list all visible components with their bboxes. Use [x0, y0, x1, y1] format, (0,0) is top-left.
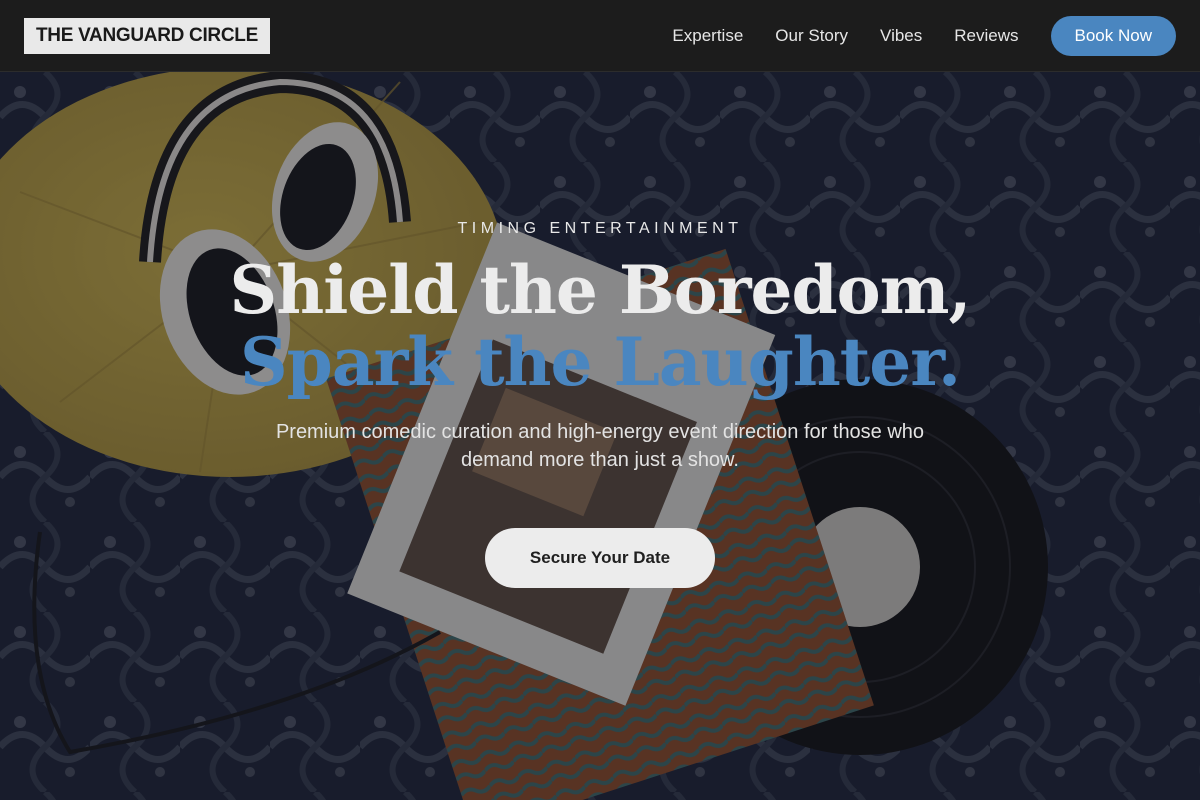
- nav-link-expertise[interactable]: Expertise: [672, 26, 743, 46]
- nav-link-reviews[interactable]: Reviews: [954, 26, 1018, 46]
- hero-headline-line-1: Shield the Boredom,: [229, 251, 972, 329]
- secure-your-date-button[interactable]: Secure Your Date: [485, 528, 715, 588]
- nav-menu: Expertise Our Story Vibes Reviews Book N…: [672, 15, 1176, 56]
- top-navigation: THE VANGUARD CIRCLE Expertise Our Story …: [0, 0, 1200, 72]
- hero-subtitle: Premium comedic curation and high-energy…: [275, 421, 925, 471]
- hero-headline-line-2: Spark the Laughter.: [240, 323, 961, 401]
- nav-link-vibes[interactable]: Vibes: [880, 26, 922, 46]
- nav-link-our-story[interactable]: Our Story: [775, 26, 848, 46]
- hero-content: TIMING ENTERTAINMENT Shield the Boredom,…: [0, 220, 1200, 588]
- brand-logo[interactable]: THE VANGUARD CIRCLE: [24, 17, 270, 54]
- hero-kicker: TIMING ENTERTAINMENT: [457, 220, 743, 237]
- book-now-button[interactable]: Book Now: [1050, 15, 1176, 56]
- hero-section: TIMING ENTERTAINMENT Shield the Boredom,…: [0, 72, 1200, 800]
